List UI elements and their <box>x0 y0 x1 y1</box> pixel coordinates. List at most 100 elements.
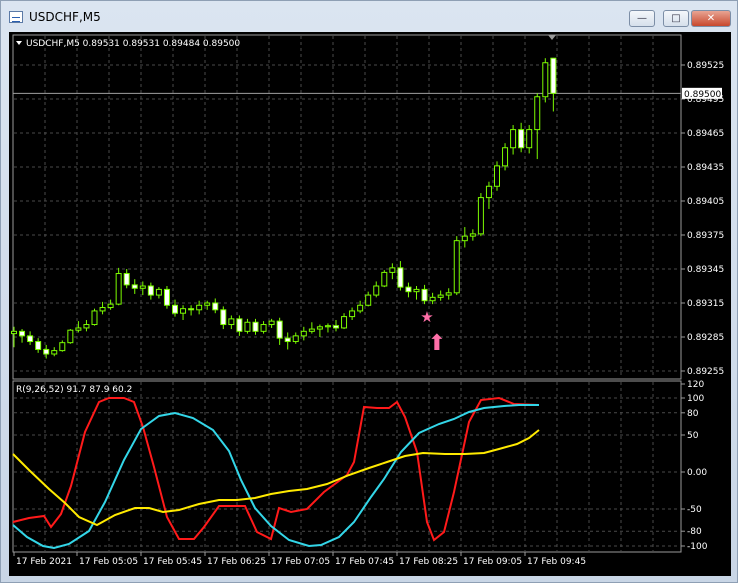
candle[interactable] <box>461 227 468 248</box>
candle-body <box>526 129 533 149</box>
price-tick-label: 0.89525 <box>687 61 724 71</box>
candle[interactable] <box>83 320 90 332</box>
candle[interactable] <box>284 332 291 350</box>
candle[interactable] <box>502 143 509 171</box>
candle[interactable] <box>485 181 492 209</box>
candle[interactable] <box>212 298 219 314</box>
price-tick-label: 0.89285 <box>687 333 724 343</box>
candle-body <box>75 327 82 331</box>
candle[interactable] <box>252 318 259 335</box>
candle-body <box>163 288 170 306</box>
candle-body <box>276 320 283 339</box>
candle[interactable] <box>397 261 404 291</box>
candle[interactable] <box>494 161 500 191</box>
price-tick-label: 0.89405 <box>687 197 724 207</box>
candle[interactable] <box>115 267 122 306</box>
candles[interactable] <box>11 57 557 359</box>
indicator-tick-label: -80 <box>687 527 702 537</box>
candle[interactable] <box>51 347 58 357</box>
candle[interactable] <box>268 318 275 328</box>
candle-body <box>220 309 227 326</box>
chart-canvas[interactable]: 0.895250.894950.894650.894350.894050.893… <box>9 32 731 576</box>
candle[interactable] <box>534 93 541 160</box>
candle[interactable] <box>413 286 420 300</box>
candle[interactable] <box>244 318 251 334</box>
candle[interactable] <box>155 287 162 299</box>
candle[interactable] <box>67 329 74 344</box>
candle[interactable] <box>260 321 267 334</box>
candle-body <box>212 302 219 311</box>
candle[interactable] <box>349 307 356 320</box>
chart-window: USDCHF,M5 — □ ✕ 0.89525 0.89495 0.89465 0.8… <box>0 0 738 583</box>
candle[interactable] <box>131 279 138 294</box>
maximize-button[interactable]: □ <box>663 10 689 27</box>
chart-menu-triangle-icon[interactable] <box>16 41 22 45</box>
close-button[interactable]: ✕ <box>691 10 731 27</box>
candle-body <box>59 342 66 352</box>
shift-marker-icon[interactable] <box>548 35 556 40</box>
candle[interactable] <box>405 282 412 298</box>
candle[interactable] <box>429 292 436 305</box>
indicator-cyan-line <box>12 404 539 550</box>
candle[interactable] <box>236 315 243 336</box>
candle[interactable] <box>59 340 66 352</box>
candle-body <box>51 350 58 355</box>
candle[interactable] <box>43 344 50 359</box>
candle[interactable] <box>163 286 170 309</box>
candle[interactable] <box>510 125 517 155</box>
time-tick-label: 17 Feb 08:25 <box>399 557 458 567</box>
candle[interactable] <box>333 320 339 332</box>
candle[interactable] <box>19 329 26 343</box>
candle[interactable] <box>324 323 331 333</box>
candle-body <box>510 129 517 149</box>
candle[interactable] <box>550 57 557 112</box>
candle[interactable] <box>437 290 444 301</box>
candle-body <box>494 165 500 187</box>
candle[interactable] <box>365 291 372 307</box>
candle[interactable] <box>341 313 348 330</box>
candle[interactable] <box>445 288 452 300</box>
candle[interactable] <box>228 315 235 330</box>
candle[interactable] <box>421 284 428 305</box>
candle[interactable] <box>526 125 533 154</box>
candle[interactable] <box>381 270 388 288</box>
candle-body <box>534 96 541 131</box>
title-bar[interactable]: USDCHF,M5 — □ ✕ <box>1 1 737 31</box>
candle[interactable] <box>123 269 130 289</box>
candle[interactable] <box>35 338 42 353</box>
candle-body <box>477 197 484 235</box>
candle[interactable] <box>276 317 283 345</box>
candle[interactable] <box>99 301 106 315</box>
chart-area[interactable]: 0.89525 0.89495 0.89465 0.89435 0.89405 0.893… <box>9 32 731 576</box>
candle[interactable] <box>316 324 323 337</box>
candle-body <box>268 320 275 326</box>
candle[interactable] <box>300 326 307 341</box>
window-title: USDCHF,M5 <box>29 10 101 24</box>
candle-body <box>139 285 146 289</box>
candle[interactable] <box>27 331 34 345</box>
price-tick-label: 0.89465 <box>687 129 724 139</box>
candle[interactable] <box>389 263 396 280</box>
minimize-button[interactable]: — <box>629 10 655 27</box>
candle[interactable] <box>469 229 476 241</box>
candle[interactable] <box>453 236 460 296</box>
candle-body <box>405 286 412 293</box>
candle[interactable] <box>292 332 299 344</box>
candle-body <box>461 235 468 242</box>
candle-body <box>324 325 331 328</box>
candle[interactable] <box>477 193 484 237</box>
candle-body <box>155 288 162 296</box>
candle-body <box>421 288 428 302</box>
candle[interactable] <box>542 58 549 103</box>
candle[interactable] <box>180 305 187 320</box>
time-tick-label: 17 Feb 07:45 <box>335 557 394 567</box>
candle[interactable] <box>147 282 154 300</box>
candle[interactable] <box>188 305 195 316</box>
candle[interactable] <box>91 308 98 326</box>
candle[interactable] <box>220 306 227 330</box>
candle[interactable] <box>308 322 315 334</box>
candle[interactable] <box>373 281 380 298</box>
candle-body <box>244 321 251 332</box>
candle[interactable] <box>518 122 525 153</box>
price-tick-label: 0.89315 <box>687 299 724 309</box>
